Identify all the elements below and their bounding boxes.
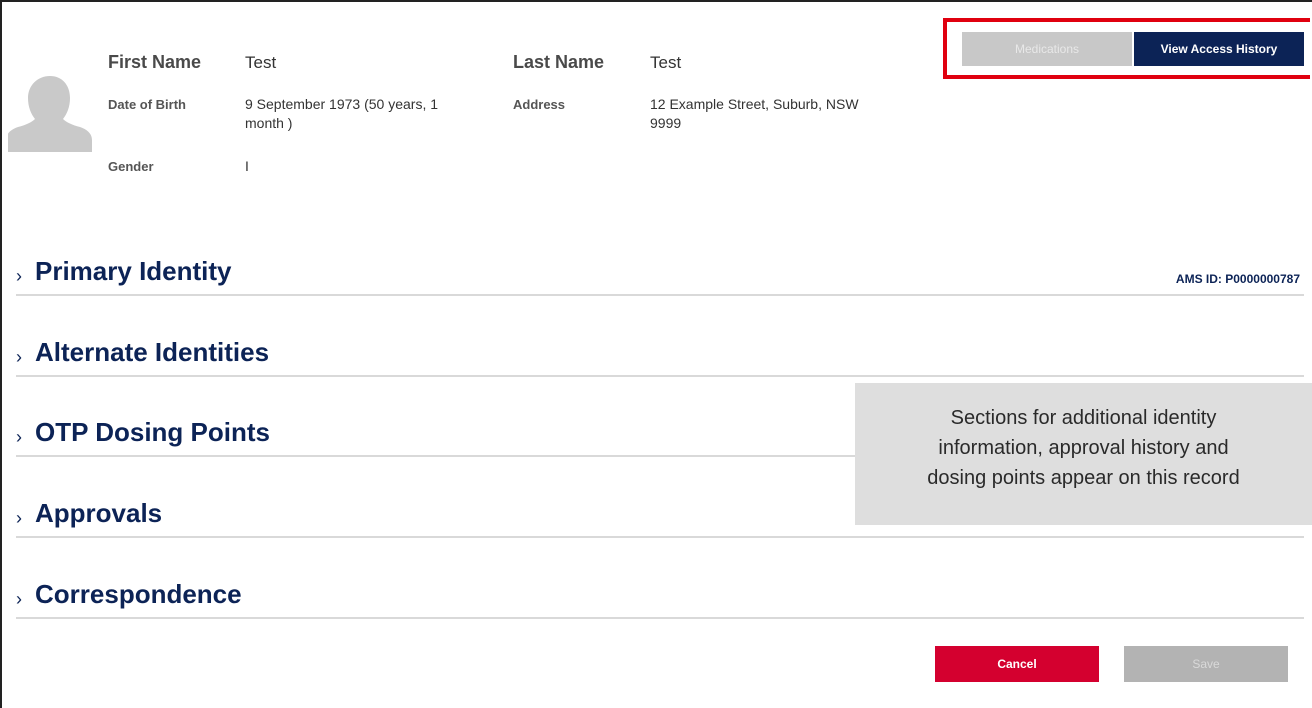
dob-label: Date of Birth — [108, 97, 186, 112]
address-line-2: 9999 — [650, 115, 682, 131]
save-button[interactable]: Save — [1124, 646, 1288, 682]
annotation-callout: Sections for additional identity informa… — [855, 383, 1312, 525]
person-silhouette-icon — [8, 76, 92, 152]
dob-value: 9 September 1973 (50 years, 1 month ) — [245, 95, 438, 133]
last-name-value: Test — [650, 53, 682, 72]
callout-line-1: Sections for additional identity — [950, 407, 1217, 429]
gender-value: I — [245, 158, 249, 174]
dob-line-1: 9 September 1973 (50 years, 1 — [245, 96, 439, 112]
first-name-value: Test — [245, 53, 277, 72]
ams-id: AMS ID: P0000000787 — [1175, 272, 1300, 286]
callout-line-2: information, approval history and — [938, 437, 1229, 459]
section-alternate-identities[interactable]: › Alternate Identities — [16, 333, 1304, 377]
chevron-right-icon: › — [16, 427, 22, 447]
section-title: OTP Dosing Points — [35, 417, 270, 447]
section-correspondence[interactable]: › Correspondence — [16, 575, 1304, 619]
address-line-1: 12 Example Street, Suburb, NSW — [650, 96, 859, 112]
medications-button[interactable]: Medications — [962, 32, 1132, 66]
gender-label: Gender — [108, 159, 154, 174]
address-value: 12 Example Street, Suburb, NSW 9999 — [650, 95, 859, 133]
section-title: Primary Identity — [35, 256, 232, 286]
section-title: Alternate Identities — [35, 337, 270, 367]
section-title: Correspondence — [35, 579, 242, 609]
chevron-right-icon: › — [16, 589, 22, 609]
callout-line-3: dosing points appear on this record — [927, 467, 1240, 489]
cancel-button[interactable]: Cancel — [935, 646, 1099, 682]
view-access-history-button[interactable]: View Access History — [1134, 32, 1304, 66]
chevron-right-icon: › — [16, 508, 22, 528]
chevron-right-icon: › — [16, 266, 22, 286]
address-label: Address — [513, 97, 566, 112]
section-title: Approvals — [35, 498, 163, 528]
last-name-label: Last Name — [513, 52, 605, 72]
dob-line-2: month ) — [245, 115, 293, 131]
first-name-label: First Name — [108, 52, 202, 72]
section-primary-identity[interactable]: › Primary Identity AMS ID: P0000000787 — [16, 252, 1304, 296]
chevron-right-icon: › — [16, 347, 22, 367]
